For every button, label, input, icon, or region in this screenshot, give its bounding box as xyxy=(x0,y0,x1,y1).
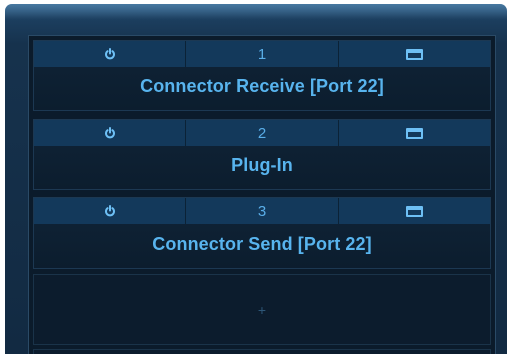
chain-slot-1[interactable]: 1 Connector Receive [Port 22] xyxy=(33,40,491,111)
chain-slot-3[interactable]: 3 Connector Send [Port 22] xyxy=(33,197,491,269)
slot-title: Plug-In xyxy=(231,155,293,175)
slot-header: 1 xyxy=(34,41,490,67)
slot-title: Connector Send [Port 22] xyxy=(152,234,372,254)
slot-number: 2 xyxy=(186,120,339,146)
window-icon xyxy=(405,205,423,217)
power-icon xyxy=(104,127,115,139)
open-editor-button[interactable] xyxy=(339,120,490,146)
power-icon xyxy=(104,205,115,217)
power-icon xyxy=(104,48,115,60)
power-toggle-button[interactable] xyxy=(34,41,187,67)
add-plugin-label: + xyxy=(257,301,267,318)
slot-header: 2 xyxy=(34,120,490,146)
window-icon xyxy=(405,127,423,139)
chain-slot-2[interactable]: 2 Plug-In xyxy=(33,119,491,190)
open-editor-button[interactable] xyxy=(339,41,490,67)
open-editor-button[interactable] xyxy=(339,198,490,224)
slot-number: 1 xyxy=(186,41,339,67)
add-plugin-slot[interactable]: + xyxy=(33,274,491,345)
next-empty-slot[interactable] xyxy=(33,349,491,354)
power-toggle-button[interactable] xyxy=(34,120,187,146)
frame-title-bar xyxy=(5,4,507,20)
slot-number: 3 xyxy=(186,198,339,224)
slot-title: Connector Receive [Port 22] xyxy=(140,76,384,96)
plugin-chain-panel: 1 Connector Receive [Port 22] 2 Plug-In … xyxy=(28,35,496,354)
plugin-chain-window: 1 Connector Receive [Port 22] 2 Plug-In … xyxy=(5,4,507,354)
slot-header: 3 xyxy=(34,198,490,224)
power-toggle-button[interactable] xyxy=(34,198,187,224)
window-icon xyxy=(405,48,423,60)
